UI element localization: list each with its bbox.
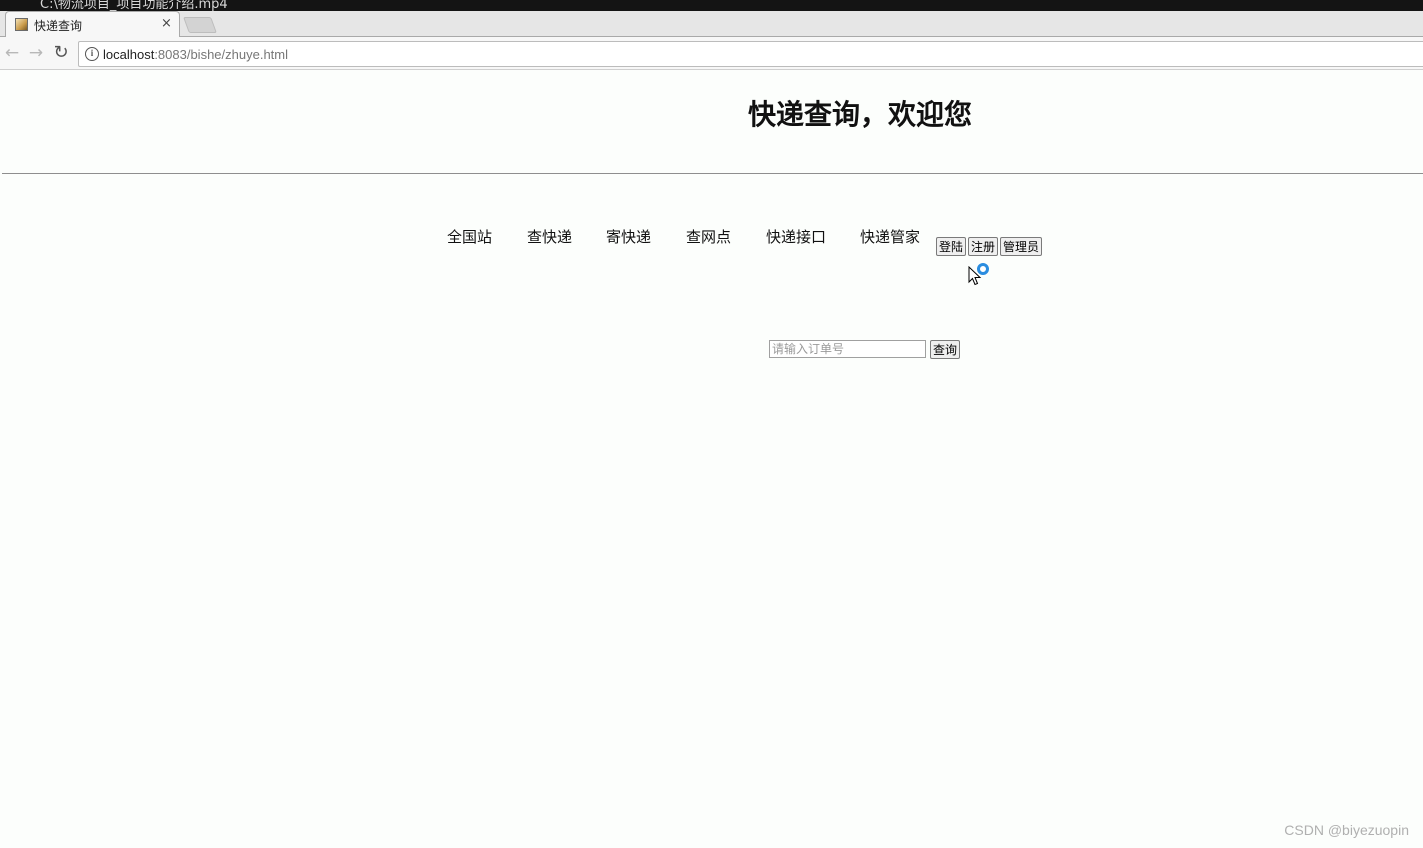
back-arrow-icon[interactable]: ← xyxy=(2,43,22,63)
new-tab-button[interactable] xyxy=(183,17,217,33)
order-number-input[interactable] xyxy=(769,340,926,358)
address-bar[interactable]: i localhost:8083/bishe/zhuye.html xyxy=(78,41,1423,67)
search-button[interactable]: 查询 xyxy=(930,340,961,359)
favicon-icon xyxy=(15,18,28,31)
nav-link-national[interactable]: 全国站 xyxy=(447,226,492,247)
header-divider xyxy=(2,173,1423,174)
window-title: C:\物流项目_项目功能介绍.mp4 xyxy=(40,0,228,11)
watermark: CSDN @biyezuopin xyxy=(1284,822,1409,838)
page-content: 快递查询，欢迎您 全国站 查快递 寄快递 查网点 快递接口 快递管家 登陆 注册… xyxy=(0,71,1423,848)
nav-link-api[interactable]: 快递接口 xyxy=(766,226,826,247)
admin-button[interactable]: 管理员 xyxy=(1000,237,1043,256)
register-button[interactable]: 注册 xyxy=(968,237,999,256)
tab-strip: 快递查询 × xyxy=(0,11,1423,38)
url-text[interactable]: localhost:8083/bishe/zhuye.html xyxy=(103,47,288,62)
os-title-bar: C:\物流项目_项目功能介绍.mp4 xyxy=(0,0,1423,11)
page-title: 快递查询，欢迎您 xyxy=(748,98,973,131)
nav-link-send[interactable]: 寄快递 xyxy=(606,226,651,247)
reload-icon[interactable]: ↻ xyxy=(51,43,71,63)
url-path: :8083/bishe/zhuye.html xyxy=(154,47,289,62)
login-button[interactable]: 登陆 xyxy=(936,237,967,256)
info-icon[interactable]: i xyxy=(85,47,99,61)
forward-arrow-icon[interactable]: → xyxy=(26,43,46,63)
nav-link-track[interactable]: 查快递 xyxy=(527,226,572,247)
browser-toolbar: ← → ↻ i localhost:8083/bishe/zhuye.html xyxy=(0,37,1423,70)
browser-tab[interactable]: 快递查询 × xyxy=(5,11,180,38)
close-icon[interactable]: × xyxy=(161,16,172,31)
tab-title: 快递查询 xyxy=(34,19,83,33)
nav-link-outlets[interactable]: 查网点 xyxy=(686,226,731,247)
busy-indicator-icon xyxy=(977,263,989,275)
url-host: localhost xyxy=(103,47,155,62)
nav-link-manager[interactable]: 快递管家 xyxy=(860,226,920,247)
